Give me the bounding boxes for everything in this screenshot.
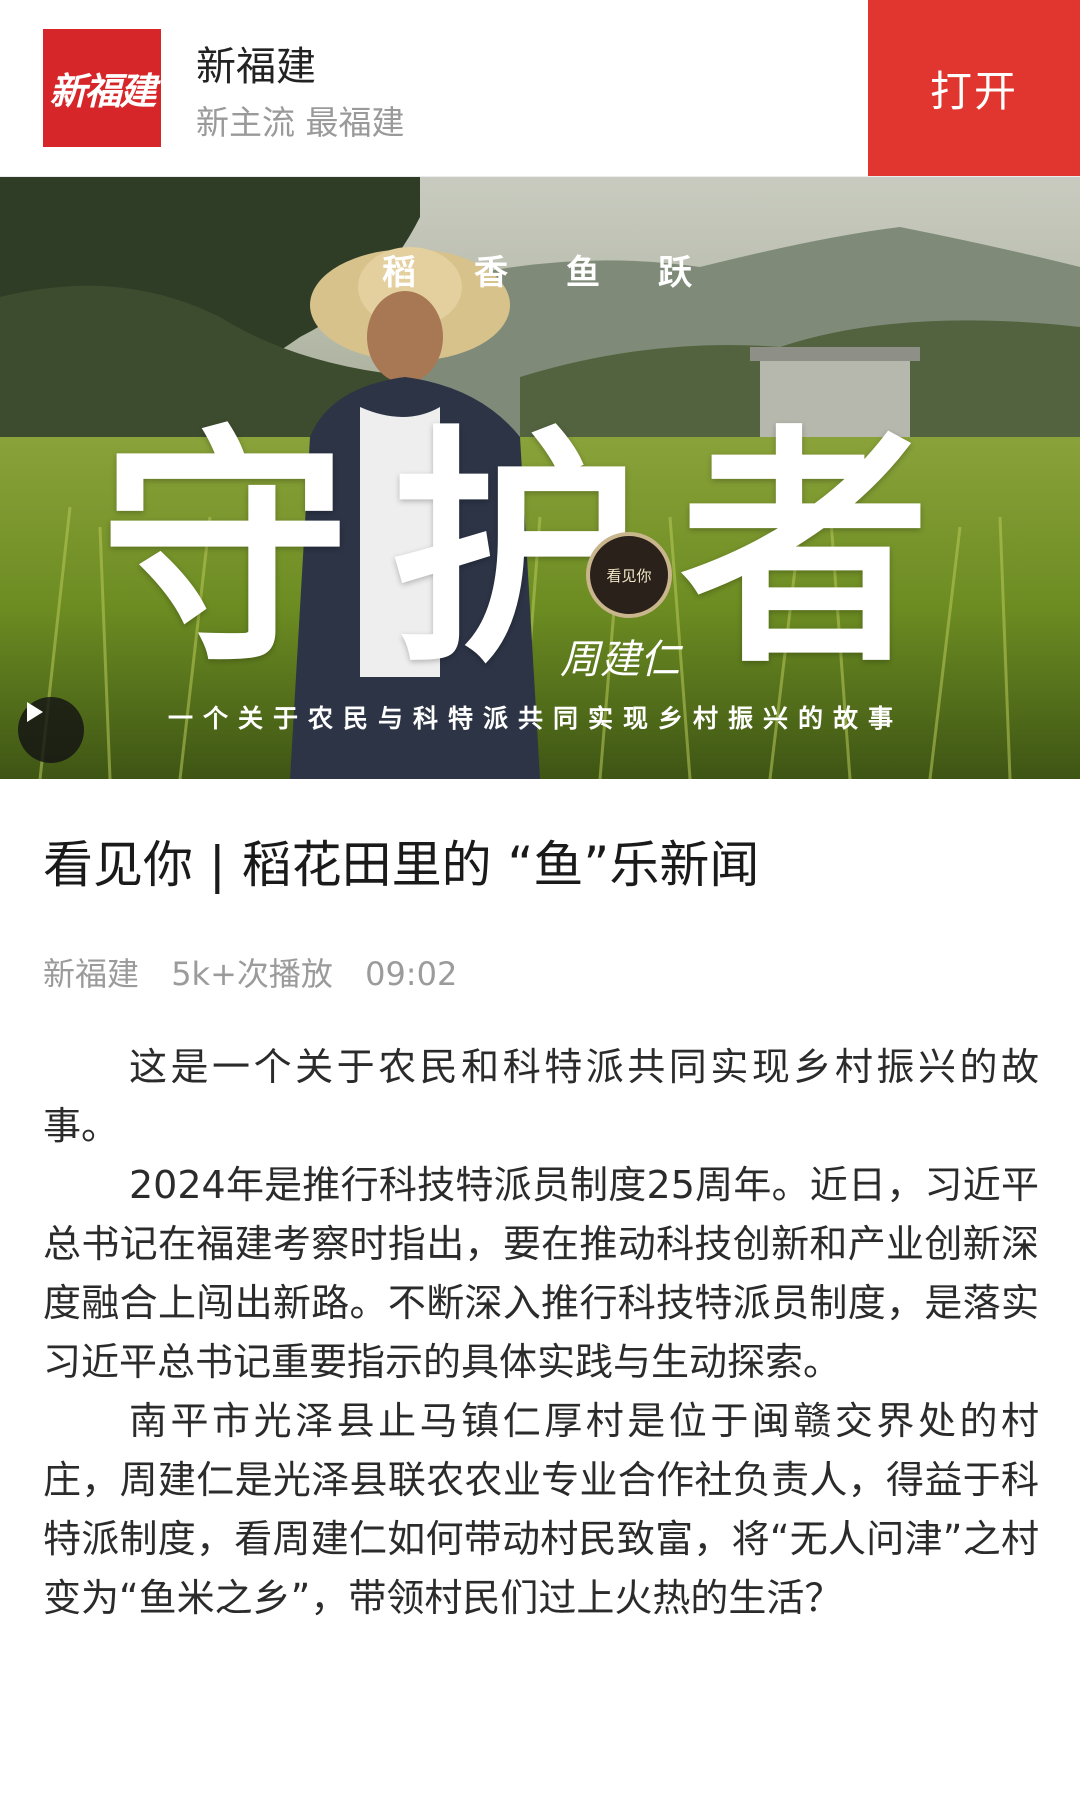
play-icon (27, 702, 43, 722)
article-source: 新福建 (43, 955, 140, 993)
play-button[interactable] (18, 697, 84, 763)
cover-top-text: 稻香鱼跃 (382, 253, 750, 293)
paragraph: 2024年是推行科技特派员制度25周年。近日，习近平总书记在福建考察时指出，要在… (43, 1163, 1039, 1384)
app-name: 新福建 (196, 44, 316, 90)
cover-name: 周建仁 (560, 637, 680, 683)
paragraph: 这是一个关于农民和科特派共同实现乡村振兴的故事。 (43, 1045, 1039, 1148)
cover-stamp: 看见你 (586, 532, 672, 618)
paragraph: 南平市光泽县止马镇仁厚村是位于闽赣交界处的村庄，周建仁是光泽县联农农业专业合作社… (43, 1399, 1039, 1620)
cover-subtitle: 一个关于农民与科特派共同实现乡村振兴的故事 (168, 704, 904, 733)
play-count: 5k+次播放 (171, 955, 333, 993)
app-download-banner: 新福建 新福建 新主流 最福建 打开 (0, 0, 1080, 177)
article-body: 这是一个关于农民和科特派共同实现乡村振兴的故事。 2024年是推行科技特派员制度… (43, 1038, 1039, 1628)
cover-title: 守护者 (100, 402, 970, 696)
logo-text: 新福建 (49, 69, 157, 113)
article-headline: 看见你 | 稻花田里的 “鱼”乐新闻 (43, 836, 760, 894)
app-slogan: 新主流 最福建 (196, 103, 405, 142)
app-logo[interactable]: 新福建 (43, 29, 161, 147)
video-duration: 09:02 (365, 955, 458, 993)
article-meta: 新福建 5k+次播放 09:02 (43, 949, 479, 995)
open-app-button[interactable]: 打开 (868, 0, 1080, 176)
video-player[interactable]: 稻香鱼跃 守护者 看见你 周建仁 一个关于农民与科特派共同实现乡村振兴的故事 (0, 177, 1080, 779)
